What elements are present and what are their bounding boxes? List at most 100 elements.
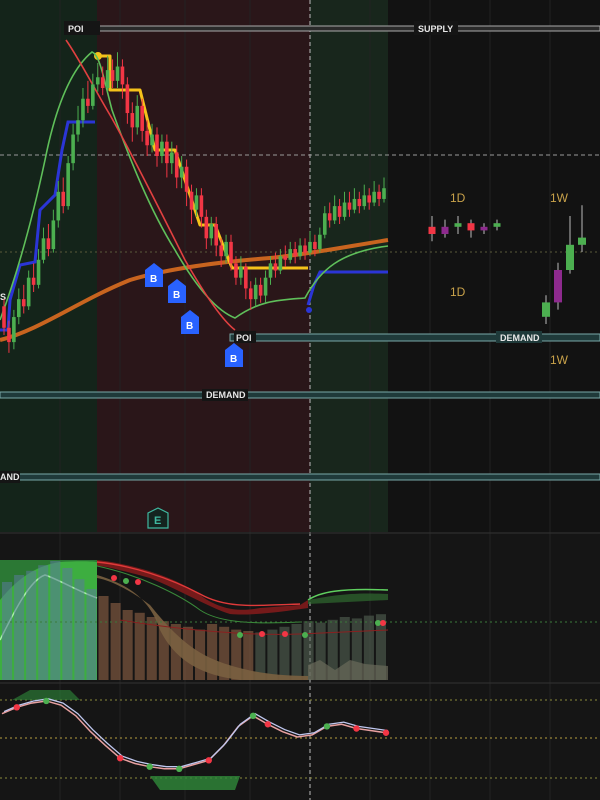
candle-body[interactable] <box>100 77 105 88</box>
candle-body[interactable] <box>26 277 31 307</box>
candle-body[interactable] <box>229 241 233 264</box>
candle-body[interactable] <box>179 166 184 178</box>
candle-body[interactable] <box>258 284 263 296</box>
candle-body[interactable] <box>169 152 174 164</box>
htf-candle-body <box>566 244 574 270</box>
candle-body[interactable] <box>322 213 327 235</box>
candle-body[interactable] <box>337 206 342 217</box>
htf-candle-body <box>554 270 562 303</box>
candle-body[interactable] <box>174 152 179 178</box>
candle-body[interactable] <box>36 259 41 285</box>
volume-bar <box>38 565 49 680</box>
momentum-pane[interactable] <box>0 560 600 680</box>
candle-body[interactable] <box>165 141 169 164</box>
volume-bar <box>291 624 302 680</box>
candle-body[interactable] <box>224 241 228 257</box>
candle-body[interactable] <box>219 245 223 257</box>
candle-body[interactable] <box>110 70 115 81</box>
candle-body[interactable] <box>283 256 288 260</box>
supply-label: SUPPLY <box>418 24 453 34</box>
poi-top-label: POI <box>68 24 84 34</box>
candle-body[interactable] <box>140 105 144 131</box>
candle-body[interactable] <box>56 191 61 221</box>
candle-body[interactable] <box>234 263 238 278</box>
candle-body[interactable] <box>377 191 381 199</box>
candle-body[interactable] <box>332 206 337 221</box>
candle-body[interactable] <box>71 134 75 164</box>
candle-body[interactable] <box>303 245 307 253</box>
candle-body[interactable] <box>81 98 85 121</box>
candle-body[interactable] <box>160 141 164 156</box>
candle-body[interactable] <box>382 188 386 199</box>
candle-body[interactable] <box>199 195 204 217</box>
candle-body[interactable] <box>184 166 189 192</box>
htf-candle-body <box>480 226 488 231</box>
candle-body[interactable] <box>352 198 357 210</box>
candle-body[interactable] <box>21 299 26 307</box>
candle-body[interactable] <box>135 105 140 128</box>
candle-body[interactable] <box>155 134 159 156</box>
volume-bar <box>86 589 97 680</box>
candle-body[interactable] <box>209 224 214 239</box>
candle-body[interactable] <box>41 238 46 260</box>
candle-body[interactable] <box>31 277 36 285</box>
tf-label-1w-top: 1W <box>550 191 569 205</box>
candle-body[interactable] <box>327 213 332 221</box>
candle-body[interactable] <box>278 256 283 271</box>
candle-body[interactable] <box>76 120 80 135</box>
candle-body[interactable] <box>318 234 322 250</box>
candle-body[interactable] <box>91 84 95 106</box>
candle-body[interactable] <box>372 191 376 203</box>
oscillator-dot <box>205 757 212 764</box>
oscillator-pane[interactable] <box>0 690 600 790</box>
candle-body[interactable] <box>17 299 21 318</box>
candle-body[interactable] <box>253 284 258 300</box>
volume-bar <box>146 617 157 680</box>
candle-body[interactable] <box>150 134 154 146</box>
candle-body[interactable] <box>293 249 297 257</box>
candle-body[interactable] <box>95 77 100 85</box>
candle-body[interactable] <box>130 113 135 128</box>
candle-body[interactable] <box>46 238 51 250</box>
candle-body[interactable] <box>308 241 312 253</box>
candle-body[interactable] <box>194 195 199 210</box>
oscillator-dot <box>323 723 331 730</box>
earnings-marker[interactable]: E <box>147 507 169 529</box>
candle-body[interactable] <box>342 202 347 217</box>
candle-body[interactable] <box>145 130 149 146</box>
candle-body[interactable] <box>66 163 70 207</box>
candle-body[interactable] <box>86 98 90 106</box>
candle-body[interactable] <box>115 66 120 81</box>
candle-body[interactable] <box>214 224 219 246</box>
htf-candle-body <box>467 223 475 231</box>
candle-body[interactable] <box>367 195 371 203</box>
candle-body[interactable] <box>51 220 56 250</box>
volume-bar <box>2 582 13 680</box>
candle-body[interactable] <box>244 266 248 289</box>
candle-body[interactable] <box>120 66 125 85</box>
candle-body[interactable] <box>288 249 293 260</box>
oscillator-dot <box>382 729 390 736</box>
candle-body[interactable] <box>313 241 317 250</box>
candle-body[interactable] <box>362 195 367 207</box>
candle-body[interactable] <box>125 84 130 114</box>
candle-body[interactable] <box>61 191 66 207</box>
oscillator-dot <box>249 712 257 719</box>
candle-body[interactable] <box>273 263 278 271</box>
tf-label-1d-mid: 1D <box>450 285 466 299</box>
candle-body[interactable] <box>298 245 302 257</box>
candle-body[interactable] <box>248 288 253 300</box>
chart-canvas[interactable]: POI SUPPLY POI DEMAND DEMAND AND S B B B… <box>0 0 600 800</box>
candle-body[interactable] <box>7 327 11 343</box>
candle-body[interactable] <box>357 198 362 207</box>
candle-body[interactable] <box>189 191 194 210</box>
candle-body[interactable] <box>268 263 273 278</box>
candle-body[interactable] <box>347 202 352 210</box>
candle-body[interactable] <box>263 277 268 296</box>
candle-body[interactable] <box>12 317 16 343</box>
candle-body[interactable] <box>204 216 209 239</box>
candle-body[interactable] <box>239 266 243 278</box>
candle-body[interactable] <box>2 306 6 328</box>
htf-candle-body <box>441 226 449 234</box>
candle-body[interactable] <box>105 70 110 88</box>
